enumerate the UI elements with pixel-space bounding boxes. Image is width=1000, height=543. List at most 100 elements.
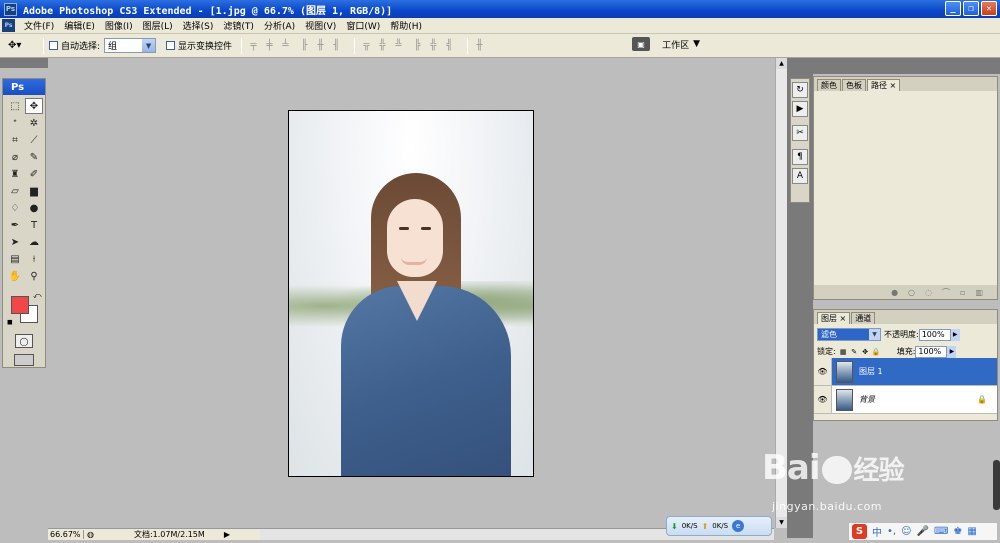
menu-layer[interactable]: 图层(L) <box>138 19 178 32</box>
type-tool-icon[interactable]: T <box>25 217 43 233</box>
microphone-icon[interactable]: 🎤 <box>917 526 929 537</box>
history-brush-tool-icon[interactable]: ✐ <box>25 166 43 182</box>
brush-tool-icon[interactable]: ✎ <box>25 149 43 165</box>
auto-align-icon[interactable]: ╫ <box>473 40 486 52</box>
tab-layers[interactable]: 图层 × <box>817 312 851 324</box>
opacity-slider-icon[interactable]: ▶ <box>950 328 960 341</box>
foreground-color-swatch[interactable] <box>11 296 29 314</box>
crop-tool-icon[interactable]: ⌗ <box>6 132 24 148</box>
menu-select[interactable]: 选择(S) <box>178 19 219 32</box>
tab-paths[interactable]: 路径 × <box>867 79 901 91</box>
eye-icon[interactable]: 👁 <box>814 358 832 385</box>
tab-swatches[interactable]: 色板 <box>842 79 866 91</box>
toolbox-icon[interactable]: ▦ <box>967 526 976 537</box>
clone-stamp-tool-icon[interactable]: ♜ <box>6 166 24 182</box>
eyedropper-tool-icon[interactable]: ⟊ <box>25 251 43 267</box>
distribute-hcenter-icon[interactable]: ╬ <box>427 40 440 52</box>
shape-tool-icon[interactable]: ☁ <box>25 234 43 250</box>
stroke-path-icon[interactable]: ○ <box>908 288 915 297</box>
app-menu-icon[interactable]: Ps <box>2 19 15 32</box>
path-selection-tool-icon[interactable]: ➤ <box>6 234 24 250</box>
menu-help[interactable]: 帮助(H) <box>385 19 427 32</box>
load-selection-icon[interactable]: ◌ <box>925 288 932 297</box>
sogou-icon[interactable]: S <box>852 524 867 539</box>
fill-slider-icon[interactable]: ▶ <box>947 345 957 358</box>
status-menu-icon[interactable]: ◍ <box>87 530 94 539</box>
distribute-left-icon[interactable]: ╠ <box>411 40 424 52</box>
lasso-tool-icon[interactable]: ᐩ <box>6 115 24 131</box>
distribute-vcenter-icon[interactable]: ╬ <box>376 40 389 52</box>
blur-tool-icon[interactable]: ♢ <box>6 200 24 216</box>
move-tool-preset-icon[interactable]: ✥▾ <box>8 37 38 55</box>
align-vcenter-icon[interactable]: ╪ <box>263 40 276 52</box>
chevron-down-icon[interactable]: ▼ <box>142 39 156 52</box>
blend-mode-dropdown[interactable]: 滤色 ▼ <box>817 328 881 341</box>
bridge-icon[interactable]: ▣ <box>632 37 651 51</box>
history-panel-icon[interactable]: ↻ <box>792 82 808 98</box>
tool-presets-icon[interactable]: ✂ <box>792 125 808 141</box>
pen-tool-icon[interactable]: ✒ <box>6 217 24 233</box>
checkbox-box[interactable] <box>49 41 58 50</box>
paragraph-panel-icon[interactable]: ¶ <box>792 149 808 165</box>
scroll-up-icon[interactable]: ▲ <box>776 58 787 69</box>
close-button[interactable]: ✕ <box>981 1 997 16</box>
show-transform-checkbox[interactable]: 显示变换控件 <box>166 39 232 52</box>
skin-icon[interactable]: ♚ <box>953 526 962 537</box>
document-canvas[interactable] <box>288 110 534 477</box>
menu-filter[interactable]: 滤镜(T) <box>218 19 259 32</box>
menu-image[interactable]: 图像(I) <box>100 19 138 32</box>
lock-image-icon[interactable]: ✎ <box>850 347 859 356</box>
opacity-input[interactable]: 100% <box>918 328 951 341</box>
dodge-tool-icon[interactable]: ● <box>25 200 43 216</box>
menu-analysis[interactable]: 分析(A) <box>259 19 300 32</box>
panels-collapse-strip[interactable] <box>813 58 1000 74</box>
distribute-right-icon[interactable]: ╣ <box>443 40 456 52</box>
chevron-down-icon[interactable]: ▼ <box>869 329 880 340</box>
align-right-icon[interactable]: ╢ <box>330 40 343 52</box>
lock-position-icon[interactable]: ✥ <box>861 347 870 356</box>
workspace-button[interactable]: 工作区 ▼ <box>662 38 700 51</box>
auto-select-dropdown[interactable]: 组 ▼ <box>104 38 157 53</box>
default-colors-icon[interactable]: ◼ <box>7 318 13 326</box>
menu-edit[interactable]: 编辑(E) <box>59 19 100 32</box>
slice-tool-icon[interactable]: ⟋ <box>25 132 43 148</box>
fill-input[interactable]: 100% <box>915 345 948 358</box>
fill-path-icon[interactable]: ● <box>891 288 898 297</box>
layer-row[interactable]: 👁 背景 🔒 <box>814 386 997 414</box>
screen-mode-icon[interactable] <box>14 354 34 366</box>
menu-window[interactable]: 窗口(W) <box>341 19 385 32</box>
lock-transparency-icon[interactable]: ▦ <box>839 347 848 356</box>
actions-panel-icon[interactable]: ▶ <box>792 101 808 117</box>
auto-select-checkbox[interactable]: 自动选择: <box>49 39 100 52</box>
tab-channels[interactable]: 通道 <box>851 312 876 324</box>
hand-tool-icon[interactable]: ✋ <box>6 268 24 284</box>
delete-path-icon[interactable]: ▥ <box>975 288 983 297</box>
punctuation-icon[interactable]: •, <box>887 526 896 537</box>
side-handle[interactable] <box>993 460 1000 510</box>
keyboard-icon[interactable]: ⌨ <box>934 526 948 537</box>
tab-color[interactable]: 颜色 <box>817 79 841 91</box>
move-tool-icon[interactable]: ✥ <box>25 98 43 114</box>
notes-tool-icon[interactable]: ▤ <box>6 251 24 267</box>
close-icon[interactable]: × <box>890 81 897 90</box>
menu-file[interactable]: 文件(F) <box>19 19 59 32</box>
marquee-tool-icon[interactable]: ⬚ <box>6 98 24 114</box>
layer-row[interactable]: 👁 图层 1 <box>814 358 997 386</box>
swap-colors-icon[interactable]: ⤺ <box>33 291 42 301</box>
make-path-icon[interactable]: ⌒ <box>942 287 950 298</box>
eye-icon[interactable]: 👁 <box>814 386 832 413</box>
close-icon[interactable]: × <box>840 314 847 323</box>
emoji-icon[interactable]: ☺ <box>901 526 911 537</box>
network-icon[interactable]: e <box>732 520 745 532</box>
magic-wand-tool-icon[interactable]: ✲ <box>25 115 43 131</box>
restore-button[interactable]: ❐ <box>963 1 979 16</box>
distribute-bottom-icon[interactable]: ╩ <box>392 40 405 52</box>
checkbox-box[interactable] <box>166 41 176 50</box>
eraser-tool-icon[interactable]: ▱ <box>6 183 24 199</box>
gradient-tool-icon[interactable]: ▆ <box>25 183 43 199</box>
lock-all-icon[interactable]: 🔒 <box>872 347 881 356</box>
align-left-icon[interactable]: ╟ <box>298 40 311 52</box>
ime-mode-label[interactable]: 中 <box>872 524 882 539</box>
zoom-tool-icon[interactable]: ⚲ <box>25 268 43 284</box>
minimize-button[interactable]: _ <box>945 1 961 16</box>
